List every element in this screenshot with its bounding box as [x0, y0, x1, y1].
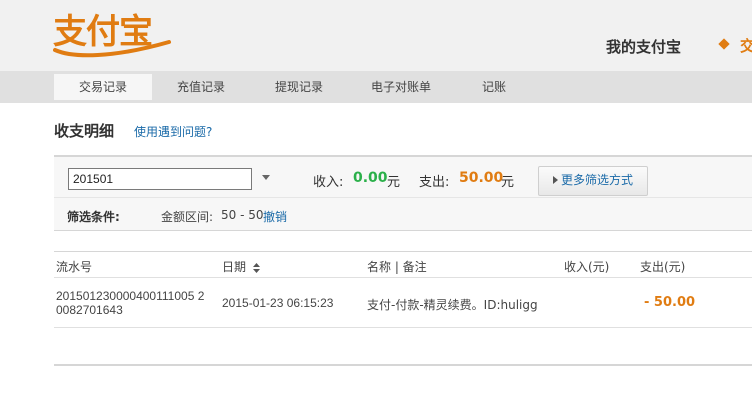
caret-right-icon — [553, 176, 558, 184]
page-title: 收支明细 — [54, 122, 115, 140]
column-serial: 流水号 — [56, 260, 93, 274]
chevron-down-icon[interactable] — [262, 175, 270, 180]
help-link[interactable]: 使用遇到问题? — [134, 123, 212, 140]
tab-bookkeeping[interactable]: 记账 — [454, 74, 534, 100]
income-unit: 元 — [387, 175, 401, 190]
my-alipay-link[interactable]: 我的支付宝 — [606, 36, 681, 57]
row-expense: - 50.00 — [644, 295, 696, 310]
expense-total: 50.00 — [459, 170, 504, 186]
column-name-note: 名称 | 备注 — [367, 260, 427, 274]
serial-line-2: 0082701643 — [56, 303, 123, 317]
filter-condition-label: 筛选条件: — [67, 210, 120, 224]
tab-e-statement[interactable]: 电子对账单 — [348, 74, 454, 100]
expense-label: 支出: — [419, 175, 450, 190]
serial-number: 201501230000400111005 2 0082701643 — [56, 289, 216, 317]
amount-range-value: 50 - 50 — [221, 208, 264, 222]
income-total: 0.00 — [353, 170, 388, 186]
column-date-label: 日期 — [222, 260, 247, 274]
filter-divider — [54, 197, 752, 198]
tab-recharge-records[interactable]: 充值记录 — [152, 74, 250, 100]
sort-icon[interactable] — [252, 262, 260, 273]
column-date[interactable]: 日期 — [222, 258, 260, 275]
page-header: 支付宝 我的支付宝 交 — [0, 0, 752, 71]
alipay-logo[interactable]: 支付宝 — [53, 12, 173, 58]
record-tabs: 交易记录 充值记录 提现记录 电子对账单 记账 — [0, 71, 752, 103]
date-select-input[interactable] — [68, 168, 252, 190]
filter-panel: 收入: 0.00 元 支出: 50.00 元 更多筛选方式 筛选条件: 金额区间… — [54, 155, 752, 231]
table-bottom-divider — [54, 364, 752, 366]
serial-line-1: 201501230000400111005 2 — [56, 289, 205, 303]
diamond-icon — [718, 38, 730, 50]
amount-range-label: 金额区间: — [161, 210, 214, 224]
tab-trade-records[interactable]: 交易记录 — [54, 74, 152, 100]
tab-withdraw-records[interactable]: 提现记录 — [250, 74, 348, 100]
logo-swoosh-icon — [53, 40, 171, 58]
table-row: 201501230000400111005 2 0082701643 2015-… — [54, 279, 752, 328]
more-filters-label: 更多筛选方式 — [561, 173, 634, 187]
row-date: 2015-01-23 06:15:23 — [222, 296, 334, 310]
expense-unit: 元 — [501, 175, 515, 190]
row-name: 支付-付款-精灵续费。ID:huligg — [367, 298, 538, 312]
header-trade-link[interactable]: 交 — [740, 35, 752, 56]
column-expense: 支出(元) — [640, 260, 686, 274]
more-filters-button[interactable]: 更多筛选方式 — [538, 166, 648, 196]
column-income: 收入(元) — [564, 260, 610, 274]
cancel-filter-link[interactable]: 撤销 — [263, 208, 287, 225]
table-header: 流水号 日期 名称 | 备注 收入(元) 支出(元) — [54, 251, 752, 278]
income-label: 收入: — [313, 175, 344, 190]
